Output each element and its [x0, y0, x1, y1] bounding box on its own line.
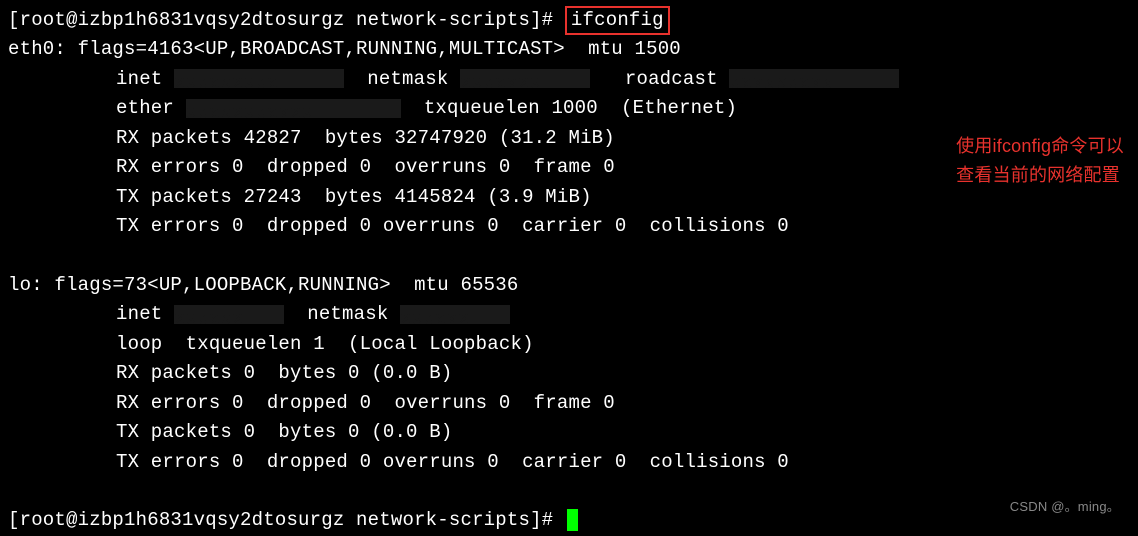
command-highlight-box: ifconfig: [565, 6, 670, 35]
redacted-lo-ip: xxxxxx: [174, 305, 284, 324]
lo-inet-label: inet: [116, 303, 174, 325]
blank-line-2: [8, 477, 1130, 506]
redacted-broadcast: xxxxxxxxx: [729, 69, 899, 88]
terminal-cursor: [567, 509, 578, 531]
shell-prompt: [root@izbp1h6831vqsy2dtosurgz network-sc…: [8, 9, 553, 31]
ether-label: ether: [116, 97, 186, 119]
annotation-line-1: 使用ifconfig命令可以: [956, 132, 1124, 161]
lo-inet-line: inet xxxxxx netmask xxxxxx: [8, 300, 1130, 329]
lo-loop: loop txqueuelen 1 (Local Loopback): [8, 330, 1130, 359]
eth0-ether-line: ether xxxxxxxxxxx txqueuelen 1000 (Ether…: [8, 94, 1130, 123]
lo-rx-errors: RX errors 0 dropped 0 overruns 0 frame 0: [8, 389, 1130, 418]
redacted-lo-netmask: xxxxxx: [400, 305, 510, 324]
command-text: ifconfig: [571, 9, 664, 31]
lo-netmask-label: netmask: [284, 303, 400, 325]
eth0-inet-line: inet xxxxxxxxx netmask xxxxxxx roadcast …: [8, 65, 1130, 94]
lo-header: lo: flags=73<UP,LOOPBACK,RUNNING> mtu 65…: [8, 271, 1130, 300]
watermark-text: CSDN @。ming。: [1010, 497, 1120, 517]
annotation-line-2: 查看当前的网络配置: [956, 161, 1124, 190]
inet-label: inet: [116, 68, 174, 90]
redacted-ip: xxxxxxxxx: [174, 69, 344, 88]
eth0-header: eth0: flags=4163<UP,BROADCAST,RUNNING,MU…: [8, 35, 1130, 64]
redacted-netmask: xxxxxxx: [460, 69, 590, 88]
blank-line-1: [8, 242, 1130, 271]
shell-prompt-2: [root@izbp1h6831vqsy2dtosurgz network-sc…: [8, 509, 553, 531]
lo-rx-packets: RX packets 0 bytes 0 (0.0 B): [8, 359, 1130, 388]
annotation-box: 使用ifconfig命令可以 查看当前的网络配置: [956, 132, 1124, 190]
txqueuelen-text: txqueuelen 1000 (Ethernet): [401, 97, 737, 119]
redacted-mac: xxxxxxxxxxx: [186, 99, 401, 118]
prompt-line-1: [root@izbp1h6831vqsy2dtosurgz network-sc…: [8, 6, 1130, 35]
lo-tx-errors: TX errors 0 dropped 0 overruns 0 carrier…: [8, 448, 1130, 477]
prompt-line-2[interactable]: [root@izbp1h6831vqsy2dtosurgz network-sc…: [8, 506, 1130, 535]
netmask-label: netmask: [344, 68, 460, 90]
eth0-tx-errors: TX errors 0 dropped 0 overruns 0 carrier…: [8, 212, 1130, 241]
lo-tx-packets: TX packets 0 bytes 0 (0.0 B): [8, 418, 1130, 447]
broadcast-label: roadcast: [625, 68, 729, 90]
